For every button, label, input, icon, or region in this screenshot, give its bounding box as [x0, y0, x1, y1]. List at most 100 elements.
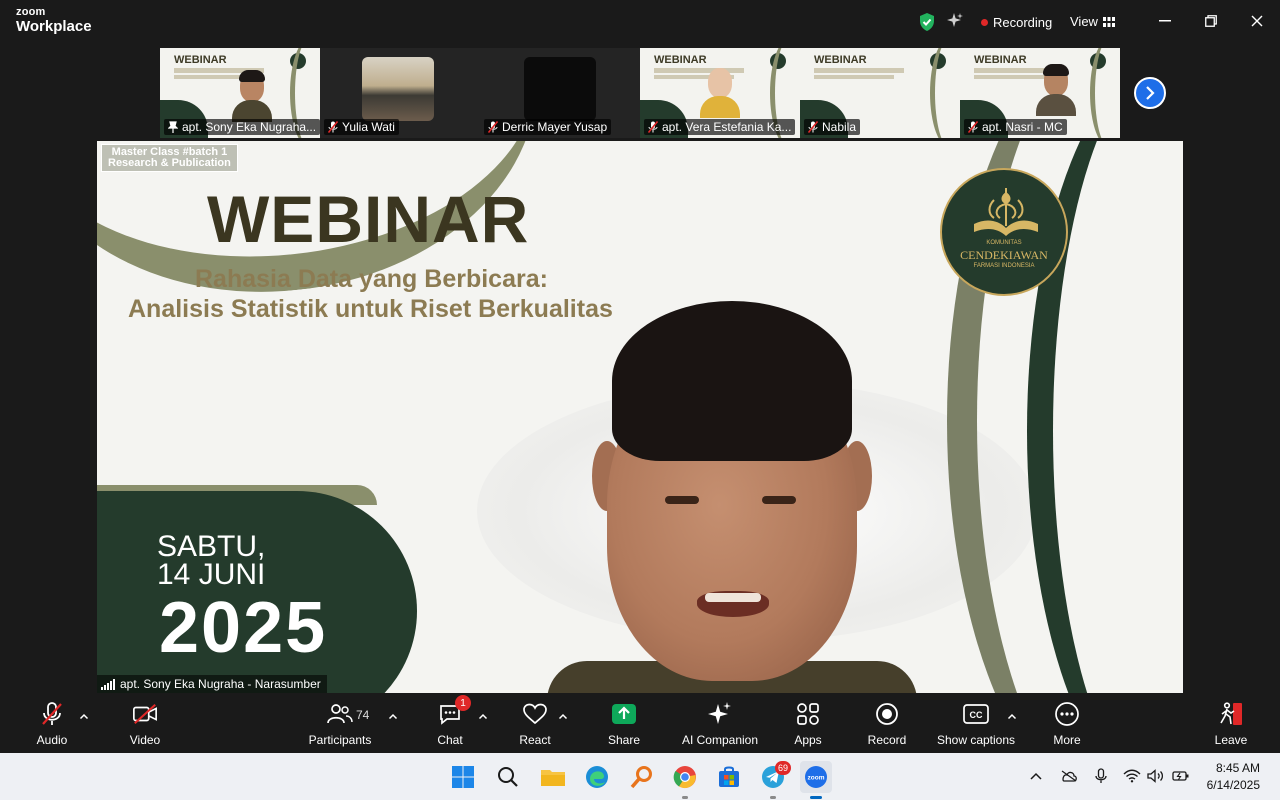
leave-button[interactable]: Leave	[1214, 701, 1248, 747]
participants-options-caret-icon[interactable]	[388, 709, 398, 720]
edge-browser-icon[interactable]	[581, 761, 613, 793]
minimize-icon[interactable]	[1154, 10, 1176, 32]
recording-dot-icon	[981, 19, 988, 26]
file-explorer-icon[interactable]	[537, 761, 569, 793]
ai-sparkle-icon[interactable]	[946, 12, 964, 30]
telegram-icon[interactable]: 69	[757, 761, 791, 799]
recording-indicator[interactable]: Recording	[981, 15, 1052, 30]
show-captions-button[interactable]: CC Show captions	[934, 701, 1018, 747]
encryption-shield-icon[interactable]	[918, 12, 936, 32]
wheat-book-emblem-icon	[974, 188, 1038, 236]
slide-day: SABTU,	[157, 530, 266, 563]
chat-unread-badge: 1	[455, 695, 471, 711]
closed-captions-icon: CC	[963, 701, 989, 727]
grid-view-icon	[1102, 16, 1115, 27]
participant-tile[interactable]: WEBINAR apt. Nasri - MC	[960, 48, 1120, 138]
slide-subtitle-line-2: Analisis Statistik untuk Riset Berkualit…	[128, 295, 613, 323]
participant-video	[362, 57, 434, 121]
system-clock[interactable]: 8:45 AM 6/14/2025	[1207, 760, 1260, 794]
participant-name-tag: apt. Sony Eka Nugraha...	[164, 119, 320, 135]
clock-time: 8:45 AM	[1215, 761, 1260, 775]
participants-label: Participants	[308, 733, 372, 747]
search-icon[interactable]	[492, 761, 524, 793]
participant-tile[interactable]: Derric Mayer Yusap	[480, 48, 640, 138]
view-button[interactable]: View	[1070, 14, 1115, 29]
audio-button[interactable]: Audio	[34, 701, 70, 747]
video-button[interactable]: Video	[127, 701, 163, 747]
emblem-text-2: CENDEKIAWAN	[960, 248, 1048, 262]
captions-options-caret-icon[interactable]	[1007, 709, 1017, 720]
chat-options-caret-icon[interactable]	[478, 709, 488, 720]
participant-name: apt. Nasri - MC	[982, 120, 1063, 134]
chat-label: Chat	[437, 733, 463, 747]
apps-button[interactable]: Apps	[792, 701, 824, 747]
pin-icon	[168, 121, 178, 133]
mic-muted-icon	[39, 701, 65, 727]
participant-tile[interactable]: WEBINAR Nabila	[800, 48, 960, 138]
next-page-button[interactable]	[1134, 77, 1166, 109]
mini-title: WEBINAR	[974, 54, 1027, 66]
react-options-caret-icon[interactable]	[558, 709, 568, 720]
onedrive-cloud-icon[interactable]	[1060, 767, 1078, 785]
participant-video	[700, 66, 740, 118]
participant-video	[1036, 64, 1076, 116]
volume-icon[interactable]	[1147, 767, 1165, 785]
participant-tile[interactable]: Yulia Wati	[320, 48, 480, 138]
restore-icon[interactable]	[1200, 10, 1222, 32]
ai-companion-sparkle-icon	[707, 701, 733, 727]
participant-tile[interactable]: WEBINAR apt. Sony Eka Nugraha...	[160, 48, 320, 138]
svg-text:CC: CC	[970, 710, 983, 720]
zoom-app-icon[interactable]: zoom	[800, 761, 832, 799]
logo-line-2: Workplace	[16, 18, 92, 35]
ai-companion-label: AI Companion	[681, 733, 759, 747]
record-button[interactable]: Record	[866, 701, 908, 747]
participant-video	[232, 70, 272, 122]
cendekiawan-farmasi-logo: KOMUNITAS CENDEKIAWAN FARMASI INDONESIA	[940, 168, 1068, 296]
share-button[interactable]: Share	[606, 701, 642, 747]
mic-muted-icon	[808, 121, 818, 133]
zoom-workplace-logo: zoom Workplace	[16, 7, 92, 35]
mic-muted-icon	[648, 121, 658, 133]
slide-date: 14 JUNI	[157, 558, 266, 591]
magnifier-search-app-icon[interactable]	[626, 761, 658, 793]
active-speaker-video[interactable]: Master Class #batch 1 Research & Publica…	[97, 141, 1183, 693]
chrome-browser-icon[interactable]	[669, 761, 701, 799]
share-label: Share	[607, 733, 641, 747]
record-icon	[874, 701, 900, 727]
slide-subtitle-line-1: Rahasia Data yang Berbicara:	[195, 265, 548, 293]
ai-companion-button[interactable]: AI Companion	[680, 701, 760, 747]
more-label: More	[1053, 733, 1081, 747]
participant-name: apt. Sony Eka Nugraha...	[182, 120, 317, 134]
share-screen-icon	[611, 701, 637, 727]
participant-name: Derric Mayer Yusap	[502, 120, 608, 134]
chevron-up-icon[interactable]	[1027, 767, 1045, 785]
mic-muted-icon	[328, 121, 338, 133]
audio-options-caret-icon[interactable]	[79, 709, 89, 720]
battery-charging-icon[interactable]	[1172, 767, 1190, 785]
participants-count: 74	[356, 708, 370, 722]
apps-icon	[795, 701, 821, 727]
participant-name-tag: Yulia Wati	[324, 119, 399, 135]
participant-name: apt. Vera Estefania Ka...	[662, 120, 792, 134]
participant-name: Nabila	[822, 120, 857, 134]
windows-taskbar: 69 zoom 8:45 AM 6/14/2025	[0, 753, 1280, 800]
participant-tile[interactable]: WEBINAR apt. Vera Estefania Ka...	[640, 48, 800, 138]
emblem-text-3: FARMASI INDONESIA	[973, 263, 1035, 269]
wifi-icon[interactable]	[1123, 767, 1141, 785]
masterclass-badge: Master Class #batch 1 Research & Publica…	[101, 144, 238, 172]
connection-strength-icon	[101, 678, 115, 690]
microphone-icon[interactable]	[1092, 767, 1110, 785]
react-button[interactable]: React	[518, 701, 552, 747]
windows-start-icon[interactable]	[447, 761, 479, 793]
participant-name-tag: Nabila	[804, 119, 861, 135]
close-icon[interactable]	[1246, 10, 1268, 32]
more-options-icon	[1054, 701, 1080, 727]
show-captions-label: Show captions	[936, 733, 1016, 747]
microsoft-store-icon[interactable]	[713, 761, 745, 793]
chat-button[interactable]: 1 Chat	[434, 695, 471, 747]
more-button[interactable]: More	[1050, 701, 1084, 747]
speaker-name-tag: apt. Sony Eka Nugraha - Narasumber	[97, 675, 327, 693]
participant-name-tag: apt. Nasri - MC	[964, 119, 1067, 135]
video-label: Video	[129, 733, 161, 747]
participant-name: Yulia Wati	[342, 120, 395, 134]
